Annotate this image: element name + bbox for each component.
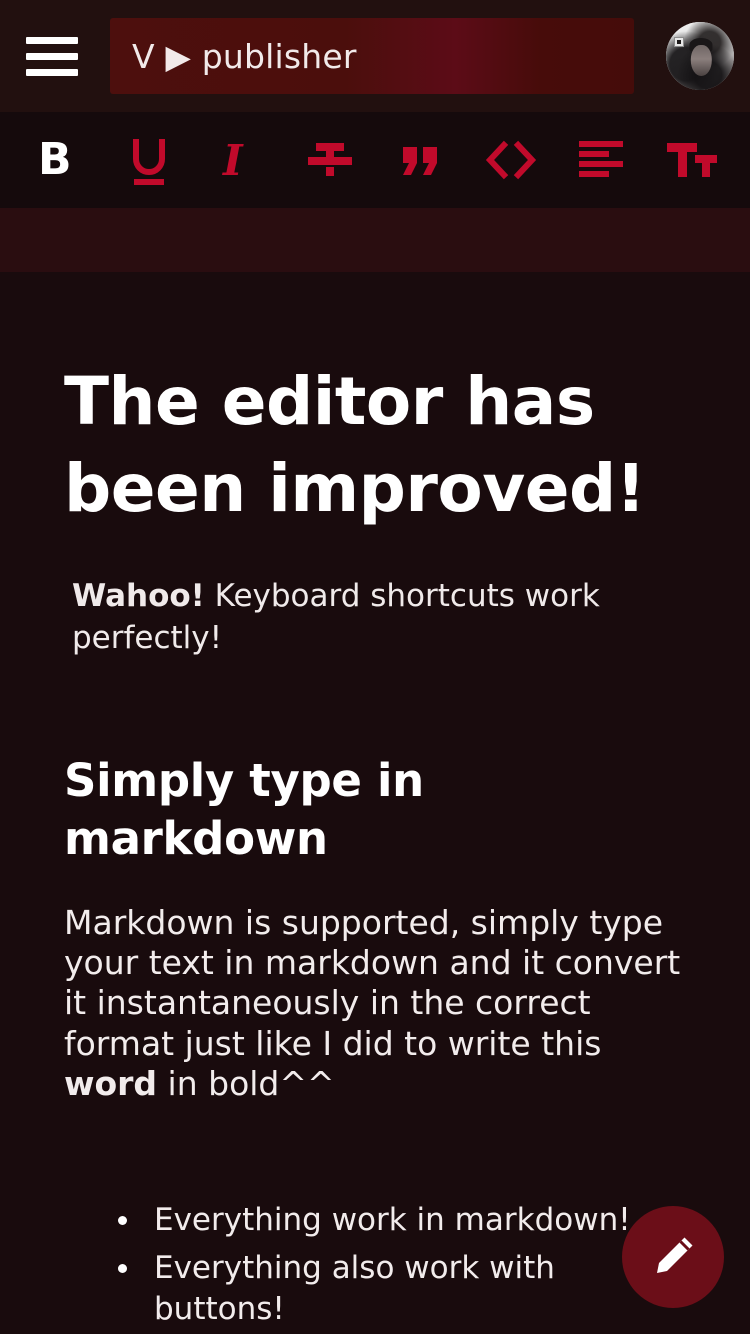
avatar-badge	[674, 36, 685, 48]
svg-text:B: B	[38, 137, 72, 183]
hamburger-menu-icon[interactable]	[24, 28, 80, 84]
section-heading: Simply type in markdown	[64, 753, 424, 866]
lead-bold-text: Wahoo!	[72, 578, 205, 615]
edit-fab-button[interactable]	[622, 1206, 724, 1308]
paragraph-text-after: in bold^^	[157, 1063, 335, 1103]
bullet-list: Everything work in markdown! Everything …	[64, 1200, 688, 1329]
code-icon	[485, 140, 536, 180]
align-left-button[interactable]	[569, 128, 633, 192]
bold-icon: B	[38, 137, 72, 183]
page-title: The editor has been improved!	[64, 363, 646, 528]
app-header: V ▶ publisher	[0, 0, 750, 112]
document-title-value: V ▶ publisher	[132, 36, 357, 76]
text-size-button[interactable]	[660, 128, 724, 192]
editor-content[interactable]: The editor has been improved! Wahoo! Key…	[0, 272, 750, 1334]
code-button[interactable]	[479, 128, 543, 192]
align-left-icon	[579, 141, 624, 177]
body-paragraph: Markdown is supported, simply type your …	[64, 903, 688, 1104]
secondary-toolbar	[0, 208, 750, 272]
document-title-input[interactable]: V ▶ publisher	[110, 18, 634, 94]
hamburger-bar	[26, 52, 78, 60]
paragraph-bold-word: word	[64, 1063, 158, 1103]
italic-button[interactable]: I	[207, 128, 271, 192]
strikethrough-button[interactable]	[298, 128, 362, 192]
avatar[interactable]	[666, 22, 734, 90]
formatting-toolbar: B I	[0, 112, 750, 208]
list-item: Everything also work with buttons!	[110, 1248, 688, 1329]
svg-text:I: I	[222, 137, 244, 183]
hamburger-bar	[26, 36, 78, 44]
list-item: Everything work in markdown!	[110, 1200, 688, 1240]
bold-button[interactable]: B	[26, 128, 90, 192]
paragraph-text-before: Markdown is supported, simply type your …	[64, 902, 681, 1063]
blockquote-button[interactable]	[388, 128, 452, 192]
underline-icon	[132, 139, 165, 185]
lead-paragraph: Wahoo! Keyboard shortcuts work perfectly…	[64, 576, 688, 660]
underline-button[interactable]	[117, 128, 181, 192]
text-size-icon	[666, 143, 717, 177]
hamburger-bar	[26, 68, 78, 76]
strikethrough-icon	[307, 143, 352, 176]
pencil-icon	[657, 1237, 693, 1273]
italic-icon: I	[222, 137, 244, 183]
blockquote-icon	[403, 147, 438, 175]
